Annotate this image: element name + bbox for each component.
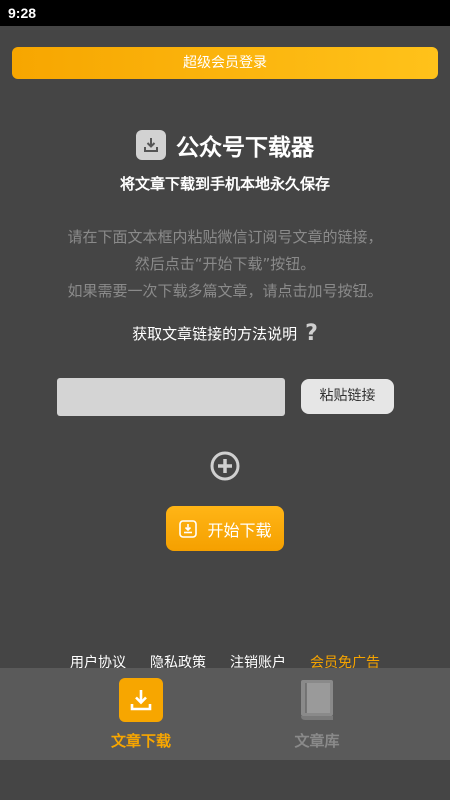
instructions: 请在下面文本框内粘贴微信订阅号文章的链接， 然后点击“开始下载”按钮。 如果需要… xyxy=(0,224,450,305)
book-icon xyxy=(295,678,339,722)
download-icon xyxy=(119,678,163,722)
paste-link-button[interactable]: 粘贴链接 xyxy=(301,379,394,414)
app-title: 公众号下载器 xyxy=(176,135,314,161)
help-link[interactable]: 获取文章链接的方法说明 ? xyxy=(0,320,450,346)
download-tray-icon xyxy=(136,130,166,160)
question-mark-icon[interactable]: ? xyxy=(305,321,318,346)
add-link-button[interactable] xyxy=(209,450,241,482)
start-download-label: 开始下载 xyxy=(207,520,272,540)
app-subtitle: 将文章下载到手机本地永久保存 xyxy=(119,175,330,193)
system-nav-area xyxy=(0,760,450,800)
app-header: 公众号下载器 xyxy=(0,128,450,162)
instruction-line: 请在下面文本框内粘贴微信订阅号文章的链接， xyxy=(67,228,383,246)
plus-circle-icon xyxy=(210,451,240,481)
nav-label: 文章下载 xyxy=(110,732,171,750)
article-link-input[interactable] xyxy=(57,378,285,416)
download-icon xyxy=(178,519,198,539)
nav-label: 文章库 xyxy=(294,732,340,750)
nav-tab-article-download[interactable]: 文章下载 xyxy=(91,678,191,758)
status-bar: 9:28 xyxy=(0,0,450,26)
nav-tab-article-library[interactable]: 文章库 xyxy=(267,678,367,758)
start-download-button[interactable]: 开始下载 xyxy=(166,506,284,551)
instruction-line: 如果需要一次下载多篇文章，请点击加号按钮。 xyxy=(67,282,383,300)
help-label: 获取文章链接的方法说明 xyxy=(132,324,298,343)
status-time: 9:28 xyxy=(8,5,37,21)
vip-login-button[interactable]: 超级会员登录 xyxy=(12,47,438,79)
instruction-line: 然后点击“开始下载”按钮。 xyxy=(134,255,316,273)
bottom-navigation: 文章下载 文章库 xyxy=(0,668,450,760)
